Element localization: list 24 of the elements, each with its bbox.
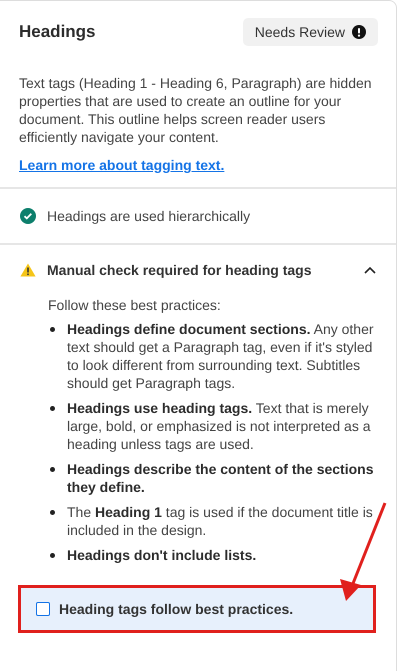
description-text: Text tags (Heading 1 - Heading 6, Paragraph) are hidden properties that are used to create an outline for your document. This outline helps screen reader users efficiently navigate your content. <box>19 74 373 146</box>
learn-more-link[interactable]: Learn more about tagging text. <box>19 157 224 173</box>
intro-text: Follow these best practices: <box>48 296 222 314</box>
practice-text: Headings don't include lists. <box>67 546 258 564</box>
bullet-icon <box>50 406 55 411</box>
bullet-icon <box>50 327 55 332</box>
practice-text: Headings describe the content of the sections they define. <box>67 460 375 496</box>
bullet-icon <box>50 467 55 472</box>
practice-text: Headings define document sections. Any other text should get a Paragraph tag, even if it's styled to look different from surrounding text. Subtitles should get Paragraph tags. <box>67 320 375 392</box>
warning-icon <box>20 263 36 277</box>
manual-check-title: Manual check required for heading tags <box>47 262 313 278</box>
practice-text: The Heading 1 tag is used if the document title is included in the design. <box>67 503 374 539</box>
practice-text: Headings use heading tags. Text that is merely large, bold, or emphasized is not interpreted as a heading unless tags are used. <box>67 399 372 453</box>
checkbox-label: Heading tags follow best practices. <box>59 601 294 617</box>
checkbox[interactable] <box>36 602 50 616</box>
check-label: Headings are used hierarchically <box>47 208 250 224</box>
status-badge: Needs Review <box>242 18 378 46</box>
bullet-icon <box>50 553 55 558</box>
bullet-icon <box>50 510 55 515</box>
check-circle-icon <box>20 208 36 224</box>
panel-title: Headings <box>19 22 96 42</box>
collapse-button[interactable] <box>364 266 376 274</box>
alert-icon <box>352 25 366 39</box>
checkbox-row[interactable]: Heading tags follow best practices. <box>18 585 376 633</box>
